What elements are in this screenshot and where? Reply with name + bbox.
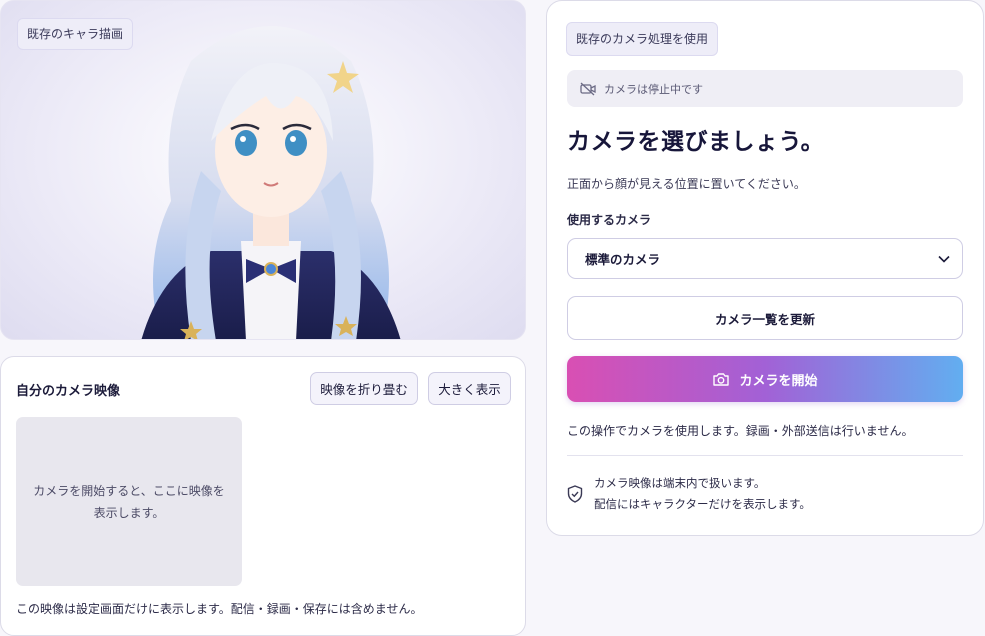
camera-usage-note: この操作でカメラを使用します。録画・外部送信は行いません。 [567, 424, 914, 438]
selected-camera-value: 標準のカメラ [585, 252, 661, 267]
enlarge-video-button[interactable]: 大きく表示 [428, 372, 511, 405]
start-camera-button[interactable]: カメラを開始 [567, 356, 963, 402]
character-preview-panel: 既存のキャラ描画 [0, 0, 526, 340]
start-camera-label: カメラを開始 [739, 372, 818, 388]
camera-select-dropdown[interactable]: 標準のカメラ [567, 238, 963, 279]
divider [567, 455, 963, 456]
camera-setup-subtitle: 正面から顔が見える位置に置いてください。 [567, 177, 806, 191]
privacy-line-1: カメラ映像は端末内で扱います。 [594, 476, 766, 490]
camera-placeholder-text: カメラを開始すると、ここに映像を表示します。 [33, 483, 225, 520]
camera-select-label: 使用するカメラ [567, 213, 652, 227]
camera-off-icon [580, 82, 596, 95]
shield-check-icon [567, 485, 583, 503]
camera-status-text: カメラは停止中です [604, 82, 703, 96]
anime-character-illustration [141, 26, 401, 339]
preview-privacy-note: この映像は設定画面だけに表示します。配信・録画・保存には含めません。 [16, 602, 423, 616]
chevron-down-icon [938, 255, 950, 263]
camera-preview-title: 自分のカメラ映像 [16, 384, 121, 399]
refresh-camera-list-button[interactable]: カメラ一覧を更新 [567, 296, 963, 340]
camera-status-bar: カメラは停止中です [567, 70, 963, 107]
collapse-video-button[interactable]: 映像を折り畳む [310, 372, 418, 405]
privacy-line-2: 配信にはキャラクターだけを表示します。 [594, 497, 811, 511]
camera-video-placeholder: カメラを開始すると、ここに映像を表示します。 [16, 417, 242, 586]
privacy-text: カメラ映像は端末内で扱います。 配信にはキャラクターだけを表示します。 [594, 473, 811, 515]
character-render-badge: 既存のキャラ描画 [17, 18, 134, 50]
camera-setup-headline: カメラを選びましょう。 [567, 129, 825, 155]
privacy-notice: カメラ映像は端末内で扱います。 配信にはキャラクターだけを表示します。 [567, 473, 811, 515]
camera-icon [713, 372, 730, 386]
camera-mode-badge: 既存のカメラ処理を使用 [566, 22, 719, 56]
